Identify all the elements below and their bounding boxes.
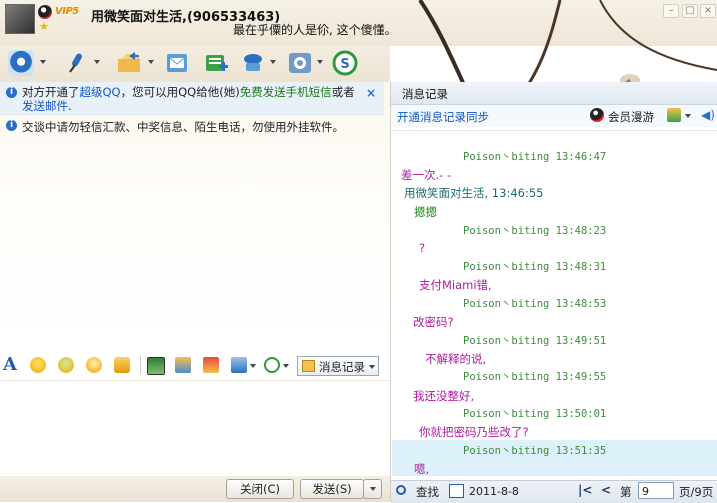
super-qq-link[interactable]: 超级QQ [80,85,121,99]
message-body: ? [419,241,426,255]
minimize-button[interactable]: – [663,4,679,18]
close-notice-icon[interactable]: × [366,86,376,100]
message-header: 用微笑面对生活, 13:46:55 [404,186,544,200]
qq-penguin-icon [38,5,52,19]
first-page-icon[interactable]: |< [578,483,592,497]
close-chat-button[interactable]: 关闭(C) [226,479,294,499]
page-total: 页/9页 [679,485,714,499]
message-body: 支付Miami错, [419,278,492,292]
chevron-down-icon[interactable] [148,60,154,64]
gift-icon[interactable] [203,357,219,373]
free-sms-link[interactable]: 免费发送手机短信 [240,85,332,99]
send-file-icon[interactable] [116,50,142,76]
email-icon[interactable] [164,50,190,76]
previous-page-icon[interactable]: < [601,483,611,497]
group-chat-icon[interactable] [240,50,266,76]
image-icon[interactable] [147,357,165,375]
chevron-down-icon[interactable] [685,114,691,118]
chevron-down-icon[interactable] [283,364,289,368]
chevron-down-icon[interactable] [40,60,46,64]
chevron-down-icon[interactable] [270,60,276,64]
send-button[interactable]: 发送(S) [300,479,364,499]
chevron-down-icon[interactable] [94,60,100,64]
toolbar-divider [140,356,141,374]
message-header: Poison丶biting 13:51:35 [463,445,607,457]
super-qq-notice-text: 对方开通了超级QQ，您可以用QQ给他(她)免费发送手机短信或者发送邮件. [22,85,362,113]
history-options-icon[interactable] [667,108,681,122]
chevron-down-icon [370,487,376,491]
nudge-icon[interactable] [86,357,102,373]
vip-badge: VIP5 [55,6,79,17]
notice-text-part: . [68,99,72,113]
message-log-button[interactable]: 消息记录 [297,356,379,376]
chevron-down-icon[interactable] [317,60,323,64]
scroll-separator [391,130,717,131]
message-body: 改密码? [413,315,454,329]
page-prefix: 第 [620,485,632,499]
message-header: Poison丶biting 13:46:47 [463,151,607,163]
font-icon[interactable]: A [3,354,17,375]
history-title: 消息记录 [402,87,448,101]
message-body: 不解释的说, [425,352,487,366]
chevron-down-icon[interactable] [250,364,256,368]
magic-emoji-icon[interactable] [58,357,74,373]
main-toolbar: S [0,46,390,82]
search-icon[interactable] [396,485,406,495]
notice-text-part: ，您可以用QQ给他(她) [120,85,240,99]
message-header: Poison丶biting 13:49:55 [463,371,607,383]
info-icon: i [6,120,17,131]
soso-icon[interactable]: S [332,50,358,76]
safety-warning-text: 交谈中请勿轻信汇款、中奖信息、陌生电话，勿使用外挂软件。 [22,120,344,134]
close-window-button[interactable]: × [700,4,716,18]
send-options-button[interactable] [363,479,382,499]
log-icon [302,360,315,372]
star-icon: ★ [39,20,49,33]
message-input[interactable] [0,380,390,477]
message-body: 差一次.- - [401,168,452,182]
soso-search-icon[interactable] [264,357,280,373]
maximize-button[interactable]: □ [682,4,698,18]
message-header: Poison丶biting 13:48:31 [463,261,607,273]
info-icon: i [6,87,17,98]
screenshot-icon[interactable] [231,357,247,373]
message-log-label: 消息记录 [319,360,365,374]
message-header: Poison丶biting 13:48:23 [463,225,607,237]
message-body: 我还没整好, [413,389,475,403]
message-body: 你就把密码乃些改了? [419,425,529,439]
message-header: Poison丶biting 13:48:53 [463,298,607,310]
message-header: Poison丶biting 13:50:01 [463,408,607,420]
page-number-input[interactable]: 9 [638,482,674,499]
qq-penguin-icon [590,108,604,122]
voice-call-icon[interactable] [62,50,88,76]
video-call-icon[interactable] [8,50,34,76]
svg-text:S: S [340,57,349,72]
emoji-icon[interactable] [30,357,46,373]
notice-text-part: 对方开通了 [22,85,80,99]
contact-signature: 最在乎僳的人是伱, 这个傻懂。 [233,23,397,37]
calendar-icon[interactable] [449,484,464,498]
notice-text-part: 或者 [331,85,355,99]
chevron-down-icon [369,365,375,369]
member-roaming-label[interactable]: 会员漫游 [608,109,654,125]
speaker-icon[interactable]: ◀) [701,108,715,122]
search-history-button[interactable]: 查找 [416,484,439,500]
sync-history-link[interactable]: 开通消息记录同步 [397,109,489,125]
contact-avatar[interactable] [5,4,35,34]
music-icon[interactable] [175,357,191,373]
app-settings-icon[interactable] [287,50,313,76]
message-body: 嗯, [414,462,430,476]
thumb-icon[interactable] [114,357,130,373]
send-sms-icon[interactable] [203,50,229,76]
send-email-link[interactable]: 发送邮件 [22,99,68,113]
history-date[interactable]: 2011-8-8 [469,485,519,498]
message-header: Poison丶biting 13:49:51 [463,335,607,347]
message-body: 摁摁 [414,205,437,219]
